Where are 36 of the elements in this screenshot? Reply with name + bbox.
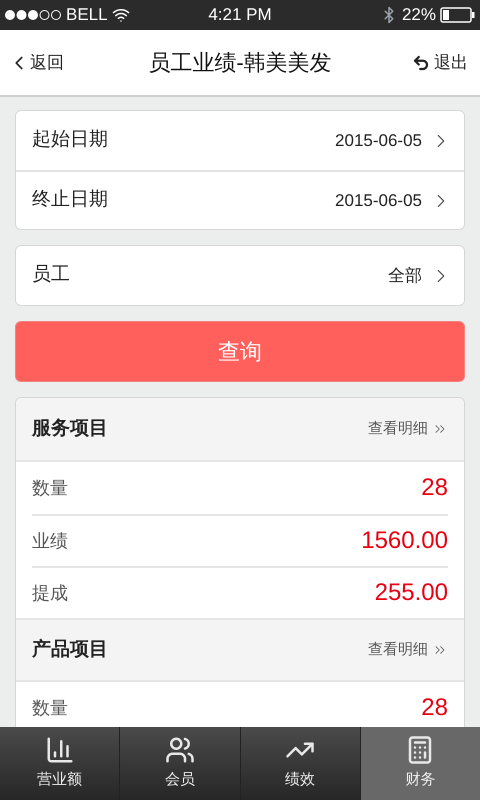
stat-label: 数量 — [32, 696, 69, 720]
stat-value: 28 — [421, 473, 448, 503]
tab[interactable]: 会员 — [119, 727, 240, 800]
section-title: 服务项目 — [32, 416, 109, 441]
filter-label: 起始日期 — [32, 128, 109, 152]
back-button[interactable]: 返回 — [8, 50, 108, 76]
stat-value: 28 — [421, 693, 448, 723]
exit-button[interactable]: 退出 — [372, 50, 472, 76]
section-title: 产品项目 — [32, 638, 109, 662]
stat-value: 255.00 — [374, 578, 448, 608]
filter-label: 终止日期 — [32, 188, 109, 212]
filter-value: 2015-06-05 — [335, 190, 422, 212]
carrier-name: BELL — [66, 4, 108, 26]
filter-label: 员工 — [32, 263, 71, 288]
return-arrow-icon — [412, 54, 430, 72]
battery-icon — [440, 7, 476, 23]
stat-value: 1560.00 — [361, 526, 448, 556]
signal-icon — [4, 9, 62, 21]
filter-row[interactable]: 起始日期 2015-06-05 — [16, 111, 464, 170]
filter-row[interactable]: 终止日期 2015-06-05 — [16, 170, 464, 229]
stat-label: 提成 — [32, 582, 69, 604]
filter-value: 2015-06-05 — [335, 130, 422, 152]
stat-label: 数量 — [32, 476, 69, 500]
filter-row[interactable]: 员工 全部 — [16, 246, 464, 305]
tab[interactable]: 营业额 — [0, 727, 120, 800]
status-time: 4:21 PM — [207, 4, 273, 26]
stat-label: 业绩 — [32, 530, 69, 552]
page-title: 员工业绩-韩美美发 — [147, 49, 333, 77]
battery-percent: 22% — [402, 4, 436, 26]
bar-chart-icon — [44, 735, 75, 766]
tab[interactable]: 财务 — [360, 727, 480, 800]
people-icon — [164, 735, 195, 766]
detail-link[interactable]: 查看明细 — [368, 638, 448, 662]
wifi-icon — [112, 6, 130, 24]
detail-link[interactable]: 查看明细 — [368, 418, 448, 440]
filter-value: 全部 — [388, 264, 422, 287]
